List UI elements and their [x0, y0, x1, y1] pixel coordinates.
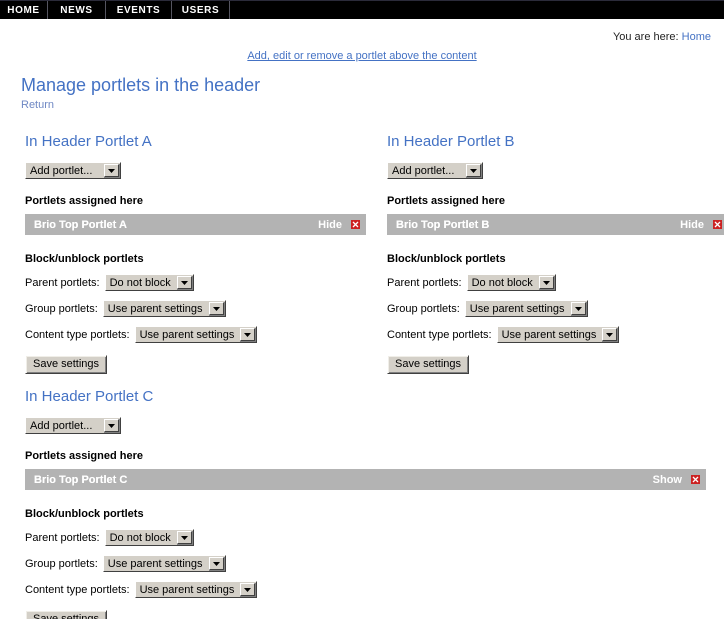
parent-portlets-select-a-value: Do not block — [105, 275, 177, 290]
remove-portlet-icon[interactable] — [351, 220, 360, 229]
assigned-portlets-label-b: Portlets assigned here — [387, 195, 505, 207]
section-title-b: In Header Portlet B — [387, 133, 515, 150]
content-type-portlets-select-b-value: Use parent settings — [497, 327, 603, 342]
content-type-portlets-label-b: Content type portlets: — [387, 328, 492, 341]
parent-portlets-row-c: Parent portlets: Do not block — [25, 529, 724, 546]
block-unblock-title-a: Block/unblock portlets — [25, 253, 144, 265]
chevron-down-icon[interactable] — [570, 302, 586, 315]
save-settings-button-c[interactable]: Save settings — [25, 610, 108, 619]
parent-portlets-select-c[interactable]: Do not block — [104, 529, 194, 546]
content-type-portlets-select-a-value: Use parent settings — [135, 327, 241, 342]
top-portlet-link-container: Add, edit or remove a portlet above the … — [0, 50, 724, 62]
add-portlet-select-b[interactable]: Add portlet... — [387, 162, 483, 179]
breadcrumb: You are here: Home — [0, 19, 724, 43]
parent-portlets-select-b[interactable]: Do not block — [466, 274, 556, 291]
chevron-down-icon[interactable] — [104, 419, 119, 432]
group-portlets-row-b: Group portlets: Use parent settings — [387, 300, 724, 317]
page-header: Manage portlets in the header Return — [0, 62, 724, 111]
portlet-visibility-toggle-b[interactable]: Hide — [680, 219, 704, 231]
add-portlet-select-c[interactable]: Add portlet... — [25, 417, 121, 434]
parent-portlets-select-b-value: Do not block — [467, 275, 539, 290]
portlet-visibility-toggle-a[interactable]: Hide — [318, 219, 342, 231]
assigned-portlets-label-a: Portlets assigned here — [25, 195, 143, 207]
section-title-c: In Header Portlet C — [25, 388, 154, 405]
content-type-portlets-row-b: Content type portlets: Use parent settin… — [387, 326, 724, 343]
nav-filler — [230, 1, 724, 19]
chevron-down-icon[interactable] — [466, 164, 481, 177]
assigned-portlets-label-c: Portlets assigned here — [25, 450, 143, 462]
add-edit-remove-portlet-link[interactable]: Add, edit or remove a portlet above the … — [247, 50, 476, 62]
chevron-down-icon[interactable] — [208, 302, 224, 315]
chevron-down-icon[interactable] — [538, 276, 554, 289]
assigned-portlet-row-a[interactable]: Brio Top Portlet A Hide — [25, 214, 366, 235]
group-portlets-label-a: Group portlets: — [25, 302, 98, 315]
chevron-down-icon[interactable] — [208, 557, 224, 570]
chevron-down-icon[interactable] — [176, 531, 192, 544]
parent-portlets-label-c: Parent portlets: — [25, 531, 100, 544]
parent-portlets-row-a: Parent portlets: Do not block — [25, 274, 362, 291]
assigned-portlet-row-b[interactable]: Brio Top Portlet B Hide — [387, 214, 724, 235]
group-portlets-label-b: Group portlets: — [387, 302, 460, 315]
content-type-portlets-label-c: Content type portlets: — [25, 583, 130, 596]
parent-portlets-select-c-value: Do not block — [105, 530, 177, 545]
chevron-down-icon[interactable] — [240, 583, 256, 596]
parent-portlets-select-a[interactable]: Do not block — [104, 274, 194, 291]
add-portlet-select-a[interactable]: Add portlet... — [25, 162, 121, 179]
content-type-portlets-select-c[interactable]: Use parent settings — [134, 581, 258, 598]
chevron-down-icon[interactable] — [602, 328, 618, 341]
nav-item-news[interactable]: NEWS — [48, 1, 106, 19]
parent-portlets-label-b: Parent portlets: — [387, 276, 462, 289]
group-portlets-select-a[interactable]: Use parent settings — [102, 300, 226, 317]
nav-item-home[interactable]: HOME — [0, 1, 48, 19]
breadcrumb-prefix: You are here: — [612, 31, 679, 43]
block-unblock-title-c: Block/unblock portlets — [25, 508, 144, 520]
portlet-section-a: In Header Portlet A Add portlet... Portl… — [0, 133, 366, 374]
group-portlets-label-c: Group portlets: — [25, 557, 98, 570]
save-settings-button-a[interactable]: Save settings — [25, 355, 108, 374]
add-portlet-select-c-value: Add portlet... — [26, 418, 104, 433]
chevron-down-icon[interactable] — [176, 276, 192, 289]
parent-portlets-row-b: Parent portlets: Do not block — [387, 274, 724, 291]
content-type-portlets-row-a: Content type portlets: Use parent settin… — [25, 326, 362, 343]
chevron-down-icon[interactable] — [104, 164, 119, 177]
group-portlets-row-c: Group portlets: Use parent settings — [25, 555, 724, 572]
remove-portlet-icon[interactable] — [713, 220, 722, 229]
group-portlets-select-a-value: Use parent settings — [103, 301, 209, 316]
add-portlet-select-b-value: Add portlet... — [388, 163, 466, 178]
block-unblock-title-b: Block/unblock portlets — [387, 253, 506, 265]
group-portlets-select-c-value: Use parent settings — [103, 556, 209, 571]
content-type-portlets-row-c: Content type portlets: Use parent settin… — [25, 581, 724, 598]
portlet-visibility-toggle-c[interactable]: Show — [653, 474, 682, 486]
breadcrumb-link-home[interactable]: Home — [682, 31, 711, 43]
content-type-portlets-select-c-value: Use parent settings — [135, 582, 241, 597]
portlet-columns-row: In Header Portlet A Add portlet... Portl… — [0, 133, 724, 374]
add-portlet-select-a-value: Add portlet... — [26, 163, 104, 178]
chevron-down-icon[interactable] — [240, 328, 256, 341]
group-portlets-select-b[interactable]: Use parent settings — [464, 300, 588, 317]
section-title-a: In Header Portlet A — [25, 133, 152, 150]
group-portlets-select-c[interactable]: Use parent settings — [102, 555, 226, 572]
content-type-portlets-select-b[interactable]: Use parent settings — [496, 326, 620, 343]
parent-portlets-label-a: Parent portlets: — [25, 276, 100, 289]
group-portlets-row-a: Group portlets: Use parent settings — [25, 300, 362, 317]
portlet-section-c: In Header Portlet C Add portlet... Portl… — [0, 388, 724, 619]
assigned-portlet-name-a: Brio Top Portlet A — [34, 218, 127, 231]
return-link[interactable]: Return — [21, 99, 54, 111]
assigned-portlet-name-c: Brio Top Portlet C — [34, 473, 128, 486]
save-settings-button-b[interactable]: Save settings — [387, 355, 470, 374]
top-navigation-bar: HOME NEWS EVENTS USERS — [0, 0, 724, 19]
content-type-portlets-select-a[interactable]: Use parent settings — [134, 326, 258, 343]
nav-item-users[interactable]: USERS — [172, 1, 230, 19]
content-type-portlets-label-a: Content type portlets: — [25, 328, 130, 341]
nav-item-events[interactable]: EVENTS — [106, 1, 172, 19]
portlet-section-b: In Header Portlet B Add portlet... Portl… — [362, 133, 724, 374]
remove-portlet-icon[interactable] — [691, 475, 700, 484]
page-title: Manage portlets in the header — [21, 75, 261, 95]
assigned-portlet-name-b: Brio Top Portlet B — [396, 218, 490, 231]
assigned-portlet-row-c[interactable]: Brio Top Portlet C Show — [25, 469, 706, 490]
group-portlets-select-b-value: Use parent settings — [465, 301, 571, 316]
